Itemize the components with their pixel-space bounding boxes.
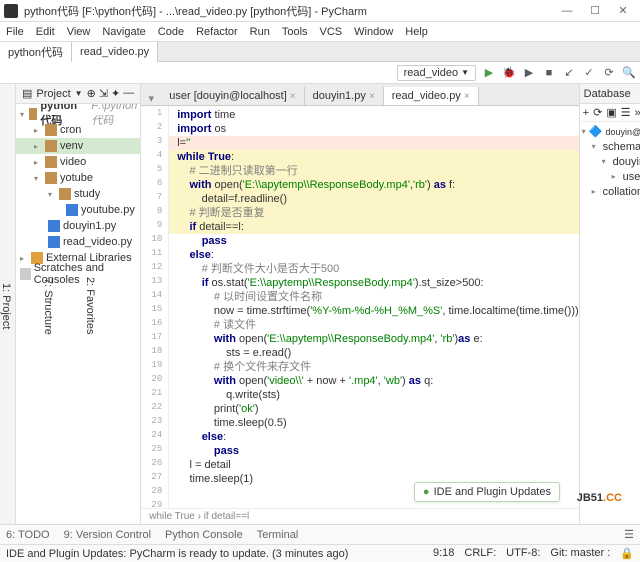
project-settings-icon[interactable]: ⊕ [87,87,96,100]
code-area[interactable]: 1234567891011121314151617181920212223242… [141,106,578,508]
tree-read-video[interactable]: read_video.py [16,234,140,250]
tree-yotube[interactable]: ▾yotube [16,170,140,186]
todo-tool[interactable]: 6: TODO [6,529,50,541]
left-tool-stripe[interactable]: 1: Project7: Structure2: Favorites [0,84,16,524]
project-header: ▤Project▼ ⊕⇲✦― [16,84,140,104]
db-collations[interactable]: ▸collations 222 [582,184,640,199]
vcs-tool[interactable]: 9: Version Control [64,529,151,541]
minimize-button[interactable]: ― [554,2,580,20]
toolbar: read_video▼ ▶ 🐞 ▶ ■ ↙ ✓ ⟳ 🔍 [0,62,640,84]
db-table-user[interactable]: ▸user [582,169,640,184]
project-tree: ▾python代码 F:\python代码 ▸cron ▸venv ▸video… [16,104,140,524]
db-schema-douyin[interactable]: ▾douyin [582,154,640,169]
db-more-icon[interactable]: » [635,107,640,119]
vcs-commit-icon[interactable]: ✓ [582,66,596,80]
encoding[interactable]: UTF-8: [506,547,540,560]
close-icon[interactable]: × [369,91,375,102]
menu-tools[interactable]: Tools [282,26,308,38]
menubar: File Edit View Navigate Code Refactor Ru… [0,22,640,42]
database-toolbar: + ⟳ ▣ ☰ » [580,104,640,122]
python-console-tool[interactable]: Python Console [165,529,243,541]
tree-video[interactable]: ▸video [16,154,140,170]
run-config-selector[interactable]: read_video▼ [397,65,476,81]
vcs-update-icon[interactable]: ↙ [562,66,576,80]
vcs-history-icon[interactable]: ⟳ [602,66,616,80]
project-panel: ▤Project▼ ⊕⇲✦― ▾python代码 F:\python代码 ▸cr… [16,84,141,524]
menu-window[interactable]: Window [354,26,393,38]
notification-popup[interactable]: ●IDE and Plugin Updates [414,482,560,502]
window-title: python代码 [F:\python代码] - ...\read_video.… [24,3,554,19]
menu-run[interactable]: Run [250,26,270,38]
bottom-tool-stripe: 6: TODO 9: Version Control Python Consol… [0,524,640,544]
git-branch[interactable]: Git: master : [550,547,610,560]
nav-file[interactable]: read_video.py [72,42,158,62]
db-console-icon[interactable]: ▣ [606,106,616,119]
app-icon [4,4,18,18]
menu-view[interactable]: View [67,26,91,38]
menu-vcs[interactable]: VCS [320,26,343,38]
project-hide-icon[interactable]: ― [123,87,134,100]
watermark: JB51.CC [577,488,622,506]
menu-file[interactable]: File [6,26,24,38]
stop-icon[interactable]: ■ [542,66,556,80]
maximize-button[interactable]: ☐ [582,2,608,20]
run-icon[interactable]: ▶ [482,66,496,80]
caret-position[interactable]: 9:18 [433,547,454,560]
titlebar: python代码 [F:\python代码] - ...\read_video.… [0,0,640,22]
db-datasource[interactable]: ▾🔷douyin@localhost [582,124,640,139]
status-bar: IDE and Plugin Updates: PyCharm is ready… [0,544,640,562]
db-filter-icon[interactable]: ☰ [621,106,631,119]
terminal-tool[interactable]: Terminal [257,529,299,541]
editor-tab-list-icon[interactable]: ▾ [141,92,161,105]
tree-root[interactable]: ▾python代码 F:\python代码 [16,106,140,122]
editor-tab-douyin1[interactable]: douyin1.py× [305,87,384,105]
db-add-icon[interactable]: + [583,107,589,119]
nav-root[interactable]: python代码 [0,42,72,62]
breadcrumb[interactable]: while True › if detail==l [141,508,578,524]
project-gear-icon[interactable]: ✦ [111,87,120,100]
tree-douyin1[interactable]: douyin1.py [16,218,140,234]
tree-youtube-py[interactable]: youtube.py [16,202,140,218]
tree-study[interactable]: ▾study [16,186,140,202]
search-icon[interactable]: 🔍 [622,66,636,80]
editor: ▾ user [douyin@localhost]× douyin1.py× r… [141,84,578,524]
close-icon[interactable]: × [290,91,296,102]
line-separator[interactable]: CRLF: [464,547,496,560]
event-log-icon[interactable]: ☰ [624,528,634,541]
tree-venv[interactable]: ▸venv [16,138,140,154]
editor-tab-read-video[interactable]: read_video.py× [384,87,479,105]
tree-scratch[interactable]: Scratches and Consoles [16,266,140,282]
menu-code[interactable]: Code [158,26,184,38]
navigation-bar: python代码 read_video.py [0,42,640,62]
db-refresh-icon[interactable]: ⟳ [593,106,602,119]
project-header-label: Project [36,88,70,100]
menu-help[interactable]: Help [405,26,428,38]
editor-tabs: ▾ user [douyin@localhost]× douyin1.py× r… [141,84,578,106]
project-collapse-icon[interactable]: ⇲ [99,87,108,100]
menu-edit[interactable]: Edit [36,26,55,38]
menu-refactor[interactable]: Refactor [196,26,238,38]
readonly-icon[interactable]: 🔒 [620,547,634,560]
project-tool-label[interactable]: 1: Project [0,283,12,329]
main-area: 1: Project7: Structure2: Favorites ▤Proj… [0,84,640,524]
window-controls: ― ☐ ✕ [554,2,636,20]
run-with-coverage-icon[interactable]: ▶ [522,66,536,80]
close-icon[interactable]: × [464,91,470,102]
editor-tab-user[interactable]: user [douyin@localhost]× [161,87,304,105]
database-header: Database✦― [580,84,640,104]
database-tree: ▾🔷douyin@localhost ▾schemas ▾douyin ▸use… [580,122,640,201]
menu-navigate[interactable]: Navigate [102,26,145,38]
code-text[interactable]: import timeimport osl=''while True: # 二进… [169,106,578,508]
close-button[interactable]: ✕ [610,2,636,20]
status-message: IDE and Plugin Updates: PyCharm is ready… [6,548,348,560]
debug-icon[interactable]: 🐞 [502,66,516,80]
gutter[interactable]: 1234567891011121314151617181920212223242… [141,106,169,508]
db-schemas[interactable]: ▾schemas [582,139,640,154]
database-panel: Database✦― + ⟳ ▣ ☰ » ▾🔷douyin@localhost ▾sch… [579,84,640,524]
